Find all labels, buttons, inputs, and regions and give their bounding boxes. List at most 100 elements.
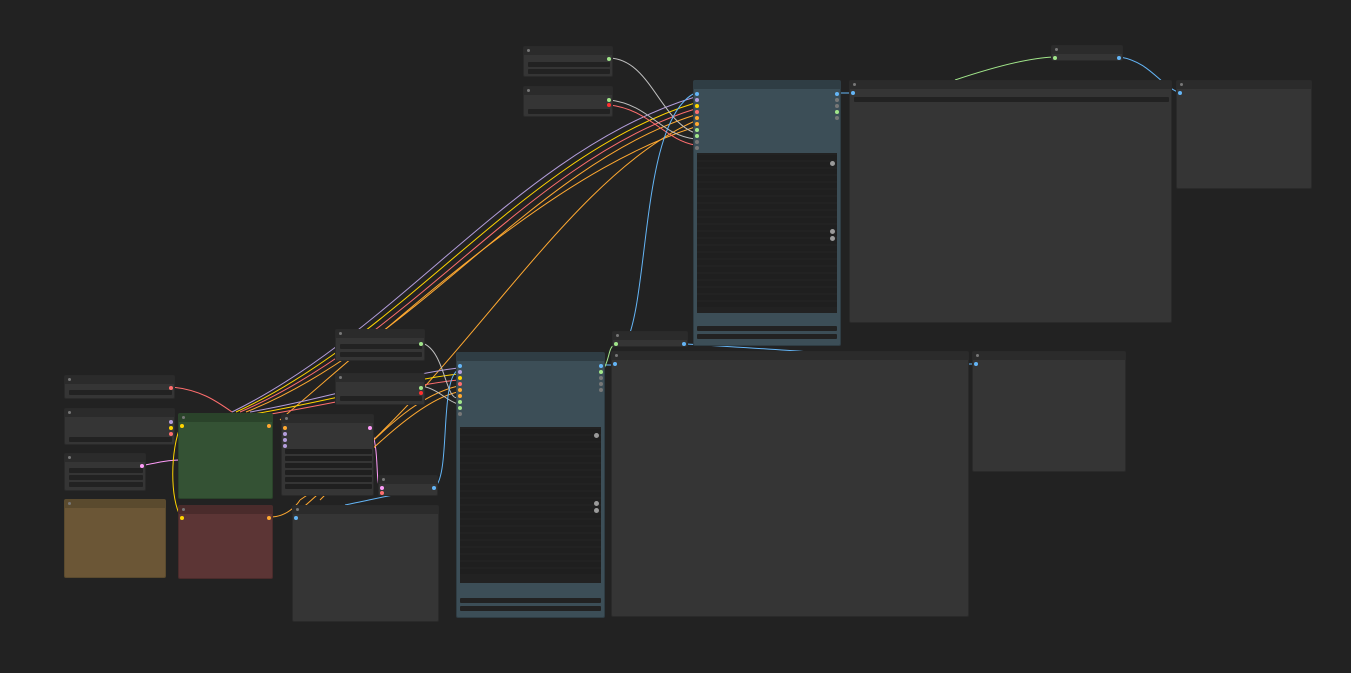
- node-title[interactable]: [524, 87, 612, 95]
- node-title[interactable]: [612, 352, 968, 360]
- toggle-knob-icon[interactable]: [594, 501, 599, 506]
- node-title[interactable]: [457, 353, 604, 361]
- output-slot-icon[interactable]: [368, 426, 372, 430]
- input-slot-icon[interactable]: [695, 134, 699, 138]
- input-slot-icon[interactable]: [458, 406, 462, 410]
- widget-field[interactable]: [697, 326, 837, 331]
- input-slot-icon[interactable]: [974, 362, 978, 366]
- input-slot-icon[interactable]: [180, 424, 184, 428]
- toggle-knob-icon[interactable]: [830, 236, 835, 241]
- node-graph-canvas[interactable]: [0, 0, 1351, 673]
- positive-prompt-node[interactable]: [178, 413, 273, 499]
- input-slot-icon[interactable]: [695, 146, 699, 150]
- input-slot-icon[interactable]: [695, 98, 699, 102]
- node-title[interactable]: [65, 454, 145, 462]
- toggle-knob-icon[interactable]: [830, 229, 835, 234]
- node-title[interactable]: [973, 352, 1125, 360]
- output-slot-icon[interactable]: [267, 516, 271, 520]
- save-image-node-2[interactable]: [972, 351, 1126, 472]
- output-slot-icon[interactable]: [835, 110, 839, 114]
- widget-field[interactable]: [69, 468, 143, 473]
- widget-field[interactable]: [69, 475, 143, 480]
- widget-field[interactable]: [528, 69, 610, 74]
- vae-loader-node[interactable]: [64, 375, 175, 399]
- output-slot-icon[interactable]: [169, 420, 173, 424]
- sampler-node-1[interactable]: [693, 80, 841, 346]
- input-slot-icon[interactable]: [613, 362, 617, 366]
- input-slot-icon[interactable]: [458, 364, 462, 368]
- output-slot-icon[interactable]: [599, 364, 603, 368]
- output-slot-icon[interactable]: [607, 103, 611, 107]
- output-slot-icon[interactable]: [607, 98, 611, 102]
- input-slot-icon[interactable]: [283, 426, 287, 430]
- int-node-4[interactable]: [612, 331, 688, 347]
- save-image-node-1[interactable]: [1176, 80, 1312, 189]
- empty-latent-node[interactable]: [64, 453, 146, 491]
- negative-prompt-node[interactable]: [178, 505, 273, 579]
- input-slot-icon[interactable]: [380, 486, 384, 490]
- widget-field[interactable]: [528, 62, 610, 67]
- widget-field[interactable]: [528, 109, 610, 114]
- widget-field[interactable]: [340, 344, 422, 349]
- output-slot-icon[interactable]: [682, 342, 686, 346]
- input-slot-icon[interactable]: [695, 128, 699, 132]
- node-title[interactable]: [850, 81, 1171, 89]
- int-node-2[interactable]: [523, 86, 613, 117]
- input-slot-icon[interactable]: [695, 110, 699, 114]
- input-slot-icon[interactable]: [695, 116, 699, 120]
- output-slot-icon[interactable]: [599, 376, 603, 380]
- node-title[interactable]: [179, 506, 272, 514]
- node-title[interactable]: [293, 506, 438, 514]
- node-title[interactable]: [1052, 46, 1122, 54]
- checkpoint-loader-node[interactable]: [64, 408, 175, 445]
- output-slot-icon[interactable]: [835, 98, 839, 102]
- input-slot-icon[interactable]: [1178, 91, 1182, 95]
- input-slot-icon[interactable]: [458, 394, 462, 398]
- input-slot-icon[interactable]: [695, 122, 699, 126]
- output-slot-icon[interactable]: [835, 116, 839, 120]
- output-slot-icon[interactable]: [169, 386, 173, 390]
- node-title[interactable]: [524, 47, 612, 55]
- widget-field[interactable]: [460, 598, 601, 603]
- preview-image-node-lower[interactable]: [292, 505, 439, 622]
- output-slot-icon[interactable]: [419, 386, 423, 390]
- output-slot-icon[interactable]: [432, 486, 436, 490]
- output-slot-icon[interactable]: [1117, 56, 1121, 60]
- node-title[interactable]: [694, 81, 840, 89]
- output-slot-icon[interactable]: [835, 104, 839, 108]
- misc-node-1[interactable]: [335, 329, 425, 361]
- output-slot-icon[interactable]: [607, 57, 611, 61]
- widget-list[interactable]: [285, 449, 372, 491]
- input-slot-icon[interactable]: [294, 516, 298, 520]
- node-title[interactable]: [282, 415, 373, 423]
- int-node-3[interactable]: [1051, 45, 1123, 61]
- output-slot-icon[interactable]: [419, 391, 423, 395]
- upscale-node[interactable]: [378, 475, 438, 496]
- widget-field[interactable]: [340, 352, 422, 357]
- widget-list[interactable]: [697, 153, 837, 313]
- input-slot-icon[interactable]: [614, 342, 618, 346]
- node-title[interactable]: [65, 376, 174, 384]
- node-title[interactable]: [336, 330, 424, 338]
- output-slot-icon[interactable]: [419, 342, 423, 346]
- preview-image-node-2[interactable]: [611, 351, 969, 617]
- widget-field[interactable]: [697, 334, 837, 339]
- node-title[interactable]: [336, 374, 424, 382]
- note-node[interactable]: [64, 499, 166, 578]
- input-slot-icon[interactable]: [695, 104, 699, 108]
- preview-image-node-1[interactable]: [849, 80, 1172, 323]
- int-node-1[interactable]: [523, 46, 613, 77]
- widget-field[interactable]: [340, 396, 422, 401]
- output-slot-icon[interactable]: [835, 92, 839, 96]
- misc-node-2[interactable]: [335, 373, 425, 405]
- output-slot-icon[interactable]: [169, 432, 173, 436]
- output-slot-icon[interactable]: [599, 370, 603, 374]
- sampler-node-2[interactable]: [456, 352, 605, 618]
- input-slot-icon[interactable]: [851, 91, 855, 95]
- output-slot-icon[interactable]: [599, 388, 603, 392]
- toggle-knob-icon[interactable]: [830, 161, 835, 166]
- input-slot-icon[interactable]: [458, 370, 462, 374]
- widget-field[interactable]: [69, 437, 172, 442]
- output-slot-icon[interactable]: [169, 426, 173, 430]
- widget-field[interactable]: [69, 390, 172, 395]
